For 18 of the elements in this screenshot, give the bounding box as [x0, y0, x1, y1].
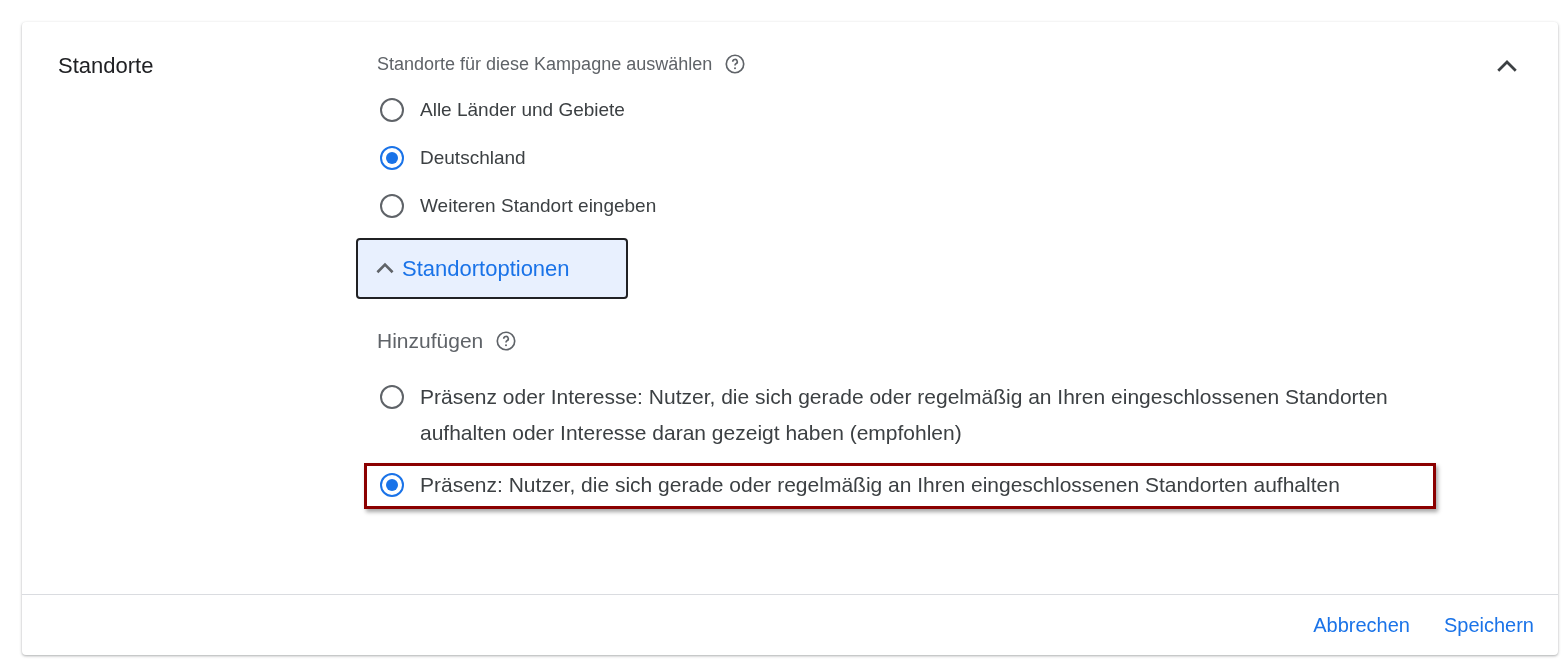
footer-button[interactable]: Speichern	[1433, 607, 1544, 643]
help-icon[interactable]	[724, 53, 747, 75]
radio-label: Weiteren Standort eingeben	[420, 194, 657, 218]
radio-label: Alle Länder und Gebiete	[420, 98, 625, 122]
footer-button[interactable]: Abbrechen	[1303, 607, 1420, 643]
radio-label: Präsenz: Nutzer, die sich gerade oder regelmäßig an Ihren eingeschlossenen Standorten aufhalten	[420, 472, 1340, 498]
prompt-text: Standorte für diese Kampagne auswählen	[377, 53, 713, 75]
radio-button[interactable]	[380, 146, 404, 170]
radio-button[interactable]	[380, 194, 404, 218]
radio-button[interactable]	[380, 98, 404, 122]
radio-label: Präsenz oder Interesse: Nutzer, die sich gerade oder regelmäßig an Ihren eingeschlossenen Standorten aufhalten oder Interesse daran gezeigt haben (empfohlen)	[420, 384, 1389, 446]
radio-button[interactable]	[380, 385, 404, 409]
radio-button[interactable]	[380, 473, 404, 497]
help-icon[interactable]	[495, 330, 518, 352]
radio-label: Deutschland	[420, 146, 526, 170]
section-title: Standorte	[58, 52, 155, 80]
subsection-label: Hinzufügen	[377, 329, 484, 353]
options-toggle-button[interactable]: Standortoptionen	[356, 238, 628, 299]
